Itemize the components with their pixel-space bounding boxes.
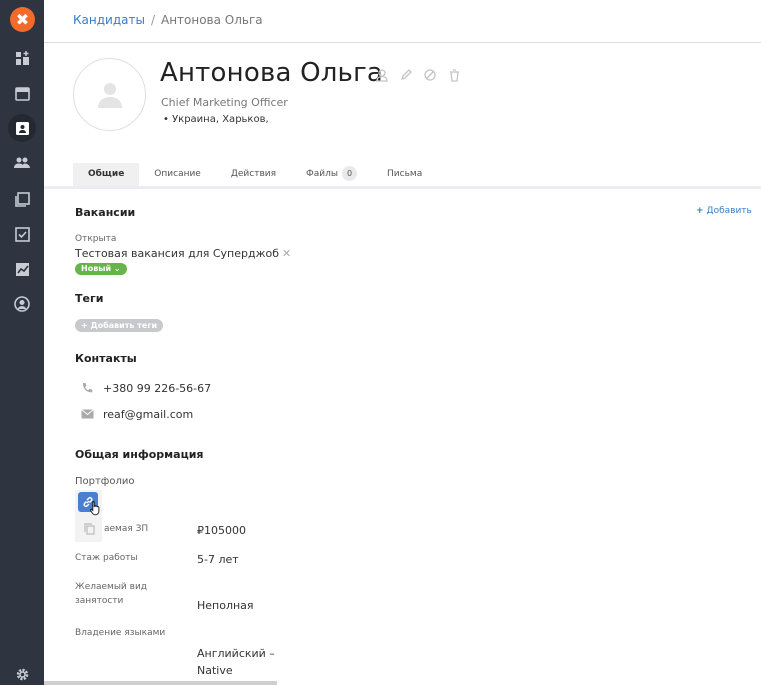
email-value[interactable]: reaf@gmail.com xyxy=(103,408,193,421)
experience-label: Стаж работы xyxy=(75,553,138,563)
edit-icon[interactable] xyxy=(398,67,414,83)
employment-label: Желаемый вид занятости xyxy=(75,582,148,606)
analytics-icon[interactable] xyxy=(12,259,32,279)
candidate-position: Chief Marketing Officer xyxy=(161,96,288,109)
trash-icon[interactable] xyxy=(446,67,462,83)
add-vacancy-button[interactable]: + Добавить xyxy=(696,206,752,216)
breadcrumb-separator: / xyxy=(150,13,155,27)
sidebar: ✖ xyxy=(0,0,44,685)
phone-value[interactable]: +380 99 226-56-67 xyxy=(103,382,211,395)
add-tags-button[interactable]: + Добавить теги xyxy=(75,319,164,332)
horizontal-scrollbar[interactable] xyxy=(44,681,277,685)
dashboard-icon[interactable] xyxy=(12,48,32,68)
avatar-placeholder-icon xyxy=(97,82,122,108)
remove-vacancy-icon[interactable]: ✕ xyxy=(282,247,291,260)
vacancy-name: Тестовая вакансия для Суперджоб xyxy=(75,247,280,260)
breadcrumb-current: Антонова Ольга xyxy=(160,13,263,27)
vacancy-state-label: Открыта xyxy=(75,234,117,244)
account-icon[interactable] xyxy=(12,294,32,314)
plus-icon: + xyxy=(696,206,704,216)
breadcrumb-candidates-link[interactable]: Кандидаты xyxy=(73,13,145,27)
email-row: reaf@gmail.com xyxy=(80,407,193,421)
experience-value: 5-7 лет xyxy=(197,553,239,566)
status-badge[interactable]: Новый ⌄ xyxy=(75,263,127,275)
phone-row: +380 99 226-56-67 xyxy=(80,381,211,395)
chevron-down-icon: ⌄ xyxy=(113,264,121,273)
candidate-name: Антонова Ольга xyxy=(160,58,384,88)
tab-actions[interactable]: Действия xyxy=(216,163,291,186)
logo[interactable]: ✖ xyxy=(10,7,35,32)
vacancies-title: Вакансии xyxy=(75,206,136,219)
email-icon xyxy=(80,407,94,421)
candidates-icon[interactable] xyxy=(8,114,36,142)
calendar-icon[interactable] xyxy=(12,83,32,103)
salary-label: аемая ЗП xyxy=(104,524,149,534)
header-divider xyxy=(44,42,761,43)
vacancy-item[interactable]: Тестовая вакансия для Суперджоб ✕ xyxy=(75,247,291,260)
general-info-title: Общая информация xyxy=(75,448,204,461)
candidate-location: • Украина, Харьков, xyxy=(163,114,269,125)
salary-value: ₽105000 xyxy=(197,524,246,537)
user-icon[interactable] xyxy=(374,67,390,83)
portfolio-label: Портфолио xyxy=(75,476,135,487)
main-content: Кандидаты / Антонова Ольга Антонова Ольга … xyxy=(44,0,761,685)
block-icon[interactable] xyxy=(422,67,438,83)
hand-cursor-icon xyxy=(90,500,101,520)
profile-tabs: Общие Описание Действия Файлы 0 Письма xyxy=(73,163,437,186)
tab-description[interactable]: Описание xyxy=(139,163,216,186)
files-count-badge: 0 xyxy=(342,166,358,181)
languages-label: Владение языками xyxy=(75,628,166,638)
tab-general[interactable]: Общие xyxy=(73,163,140,186)
tags-title: Теги xyxy=(75,292,104,305)
tab-files[interactable]: Файлы 0 xyxy=(291,163,372,186)
copy-icon[interactable] xyxy=(82,522,96,536)
contacts-title: Контакты xyxy=(75,352,137,365)
profile-actions xyxy=(374,67,462,83)
breadcrumb: Кандидаты / Антонова Ольга xyxy=(73,13,263,27)
employment-value: Неполная xyxy=(197,599,254,612)
tabs-underline xyxy=(44,186,761,189)
settings-icon[interactable] xyxy=(12,664,32,684)
plus-icon: + xyxy=(81,321,88,330)
tab-letters[interactable]: Письма xyxy=(372,163,437,186)
languages-value: Английский – Native xyxy=(197,647,275,677)
tasks-icon[interactable] xyxy=(12,224,32,244)
library-icon[interactable] xyxy=(12,189,32,209)
phone-icon xyxy=(80,381,94,395)
team-icon[interactable] xyxy=(12,153,32,173)
avatar[interactable] xyxy=(73,58,146,131)
